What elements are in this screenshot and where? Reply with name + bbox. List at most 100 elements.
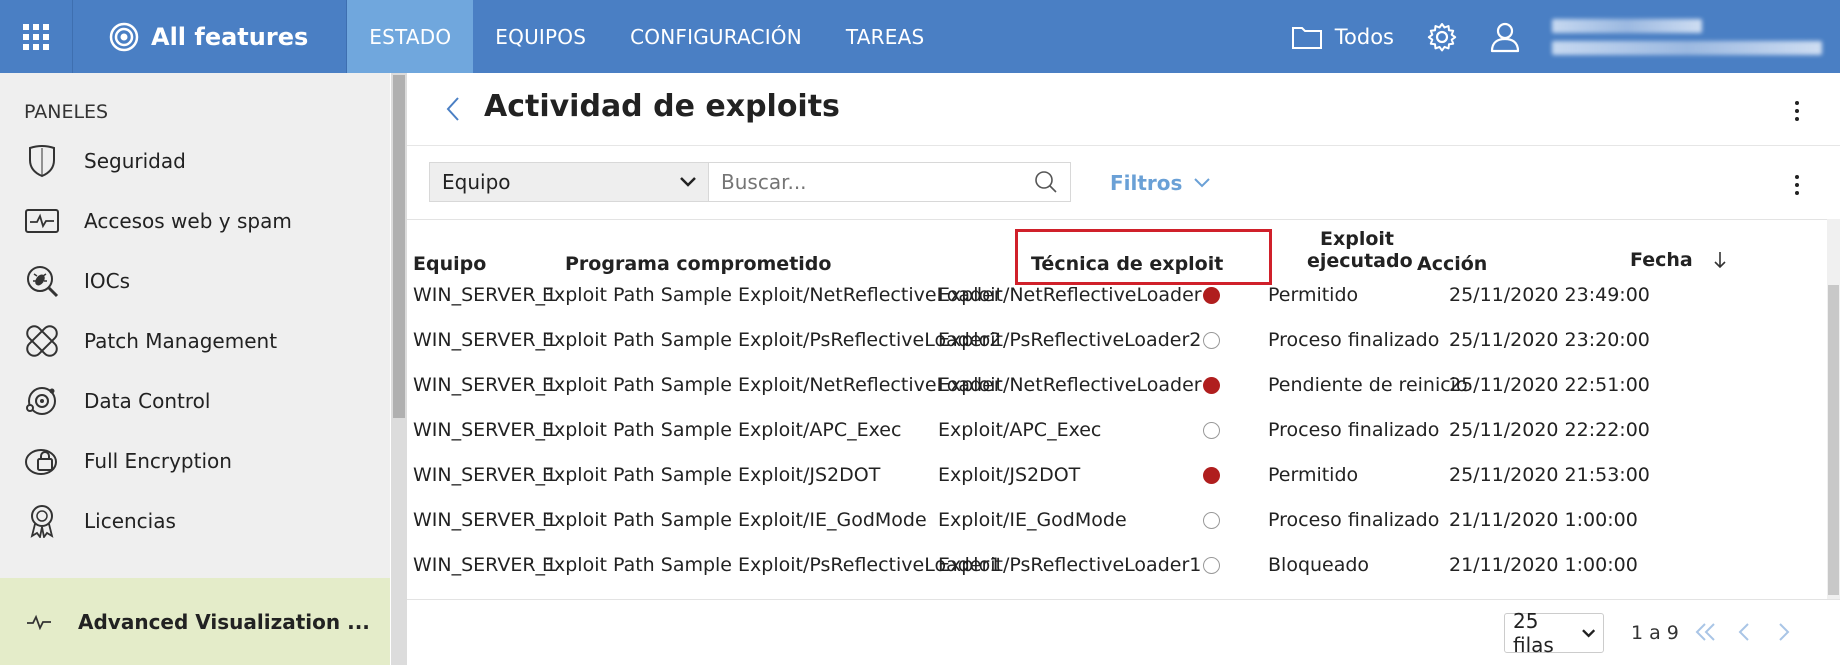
page-header: Actividad de exploits <box>407 73 1840 146</box>
exploit-not-executed-indicator <box>1203 557 1220 574</box>
cell-fecha: 25/11/2020 22:22:00 <box>1449 419 1650 441</box>
cell-programa: Exploit Path Sample Exploit/IE_GodMode <box>542 509 927 531</box>
search-field[interactable] <box>708 162 1071 202</box>
cell-programa: Exploit Path Sample Exploit/JS2DOT <box>542 464 881 486</box>
page-more-options-button[interactable] <box>1795 101 1799 121</box>
sidebar-item-label: Licencias <box>84 509 176 533</box>
sidebar-item-patch-management[interactable]: Patch Management <box>0 311 390 371</box>
settings-button[interactable] <box>1426 21 1458 53</box>
monitor-pulse-icon <box>25 209 59 233</box>
header-label: Fecha <box>1630 249 1693 271</box>
disk-lock-icon <box>25 449 57 475</box>
sidebar-title: PANELES <box>24 101 109 123</box>
user-menu-button[interactable] <box>1490 21 1520 53</box>
rows-per-page-select[interactable]: 25 filas <box>1504 609 1604 657</box>
exploit-not-executed-indicator <box>1203 422 1220 439</box>
table-row[interactable]: WIN_SERVER_1 Exploit Path Sample Exploit/… <box>407 363 1827 408</box>
sidebar-item-advanced-visualization[interactable]: Advanced Visualization ... <box>0 578 390 665</box>
sidebar-item-label: Seguridad <box>84 149 186 173</box>
column-header-equipo[interactable]: Equipo <box>413 253 486 275</box>
exploit-executed-indicator <box>1203 467 1220 484</box>
sidebar-item-label: Accesos web y spam <box>84 209 292 233</box>
page-title: Actividad de exploits <box>484 89 840 124</box>
column-filter-select[interactable]: Equipo <box>429 162 709 202</box>
filters-label: Filtros <box>1110 171 1183 195</box>
table-row[interactable]: WIN_SERVER_1 Exploit Path Sample Exploit/… <box>407 408 1827 453</box>
user-info-redacted[interactable] <box>1552 9 1822 64</box>
table-row[interactable]: WIN_SERVER_1 Exploit Path Sample Exploit/… <box>407 273 1827 318</box>
cell-accion: Proceso finalizado <box>1268 329 1440 351</box>
table-row[interactable]: WIN_SERVER_1 Exploit Path Sample Exploit/… <box>407 543 1827 588</box>
search-input[interactable] <box>721 170 1021 194</box>
pulse-icon <box>27 614 51 630</box>
brand-label: All features <box>151 22 309 51</box>
main-content: Actividad de exploits Equipo Filtros Equ… <box>407 73 1840 665</box>
select-value: Equipo <box>442 170 511 194</box>
tab-equipos[interactable]: EQUIPOS <box>473 0 608 73</box>
cell-programa: Exploit Path Sample Exploit/PsReflective… <box>542 329 1002 351</box>
tab-tareas[interactable]: TAREAS <box>824 0 946 73</box>
exploit-executed-indicator <box>1203 377 1220 394</box>
apps-grid-button[interactable] <box>0 0 73 73</box>
sidebar-item-label: Data Control <box>84 389 211 413</box>
cell-equipo: WIN_SERVER_1 <box>413 284 558 306</box>
column-header-ejecutado[interactable]: Exploit ejecutado <box>1307 228 1413 272</box>
pagination-range: 1 a 9 <box>1631 622 1679 644</box>
cell-programa: Exploit Path Sample Exploit/PsReflective… <box>542 554 1002 576</box>
header-line: ejecutado <box>1307 250 1413 272</box>
chevron-left-icon <box>1738 623 1749 641</box>
data-orbit-icon <box>26 387 56 415</box>
filters-toggle[interactable]: Filtros <box>1110 171 1211 195</box>
sidebar-item-full-encryption[interactable]: Full Encryption <box>0 431 390 491</box>
apps-grid-icon <box>23 23 49 50</box>
sidebar-item-data-control[interactable]: Data Control <box>0 371 390 431</box>
shield-icon <box>29 145 55 178</box>
cell-equipo: WIN_SERVER_1 <box>413 329 558 351</box>
table-row[interactable]: WIN_SERVER_1 Exploit Path Sample Exploit/… <box>407 318 1827 363</box>
sidebar-item-seguridad[interactable]: Seguridad <box>0 131 390 191</box>
column-header-programa[interactable]: Programa comprometido <box>565 253 831 275</box>
sidebar-item-iocs[interactable]: IOCs <box>0 251 390 311</box>
cell-accion: Pendiente de reinicio <box>1268 374 1468 396</box>
chevron-down-icon <box>1581 628 1595 638</box>
sidebar-item-accesos-web[interactable]: Accesos web y spam <box>0 191 390 251</box>
back-button[interactable] <box>445 95 461 127</box>
cell-tecnica: Exploit/NetReflectiveLoader <box>938 374 1202 396</box>
table-row[interactable]: WIN_SERVER_1 Exploit Path Sample Exploit/… <box>407 453 1827 498</box>
sidebar-item-licencias[interactable]: Licencias <box>0 491 390 551</box>
chevron-down-icon <box>1194 178 1211 188</box>
exploit-not-executed-indicator <box>1203 512 1220 529</box>
brand-all-features[interactable]: All features <box>73 0 348 73</box>
cell-tecnica: Exploit/APC_Exec <box>938 419 1102 441</box>
chevron-double-left-icon <box>1695 623 1715 641</box>
table-more-options-button[interactable] <box>1795 175 1799 195</box>
cell-fecha: 25/11/2020 23:49:00 <box>1449 284 1650 306</box>
table-scrollbar[interactable] <box>1827 219 1840 599</box>
column-header-accion[interactable]: Acción <box>1417 253 1487 275</box>
table-row[interactable]: WIN_SERVER_1 Exploit Path Sample Exploit/… <box>407 498 1827 543</box>
cell-accion: Proceso finalizado <box>1268 509 1440 531</box>
scrollbar-thumb[interactable] <box>1828 285 1839 595</box>
search-icon[interactable] <box>1034 170 1058 194</box>
cell-programa: Exploit Path Sample Exploit/APC_Exec <box>542 419 902 441</box>
tab-label: EQUIPOS <box>495 24 587 49</box>
column-header-fecha[interactable]: Fecha <box>1630 249 1727 271</box>
top-navigation-bar: All features ESTADO EQUIPOS CONFIGURACIÓ… <box>0 0 1840 73</box>
folder-filter-button[interactable]: Todos <box>1291 24 1394 50</box>
tab-configuracion[interactable]: CONFIGURACIÓN <box>608 0 824 73</box>
cell-accion: Proceso finalizado <box>1268 419 1440 441</box>
next-page-button[interactable] <box>1777 622 1791 646</box>
sidebar-scrollbar[interactable] <box>391 73 407 665</box>
exploit-executed-indicator <box>1203 287 1220 304</box>
chevron-left-icon <box>446 97 459 121</box>
scrollbar-thumb[interactable] <box>393 75 405 418</box>
chevron-down-icon <box>680 177 696 187</box>
cell-programa: Exploit Path Sample Exploit/NetReflectiv… <box>542 374 1002 396</box>
tab-estado[interactable]: ESTADO <box>347 0 474 73</box>
cell-tecnica: Exploit/JS2DOT <box>938 464 1081 486</box>
previous-page-button[interactable] <box>1737 622 1751 646</box>
tab-label: ESTADO <box>369 24 452 49</box>
first-page-button[interactable] <box>1695 622 1717 646</box>
sidebar-item-label: IOCs <box>84 269 131 293</box>
sidebar-panels: PANELES Seguridad Accesos web y spam IOC… <box>0 73 390 665</box>
